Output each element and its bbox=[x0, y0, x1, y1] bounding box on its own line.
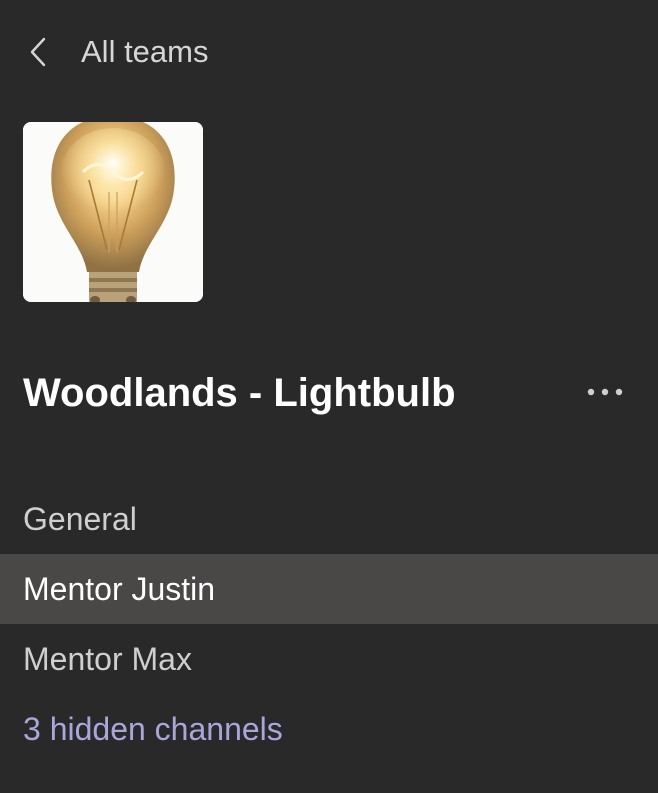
back-to-all-teams-button[interactable]: All teams bbox=[0, 24, 658, 80]
channel-list: General Mentor Justin Mentor Max 3 hidde… bbox=[0, 484, 658, 764]
lightbulb-image bbox=[23, 122, 203, 302]
more-options-button[interactable] bbox=[578, 370, 634, 414]
team-avatar bbox=[23, 122, 203, 302]
channel-item-mentor-justin[interactable]: Mentor Justin bbox=[0, 554, 658, 624]
chevron-left-icon bbox=[24, 36, 52, 68]
back-label: All teams bbox=[81, 34, 209, 69]
channel-item-general[interactable]: General bbox=[0, 484, 658, 554]
channel-item-mentor-max[interactable]: Mentor Max bbox=[0, 624, 658, 694]
hidden-channels-link[interactable]: 3 hidden channels bbox=[0, 694, 658, 764]
team-title: Woodlands - Lightbulb bbox=[23, 371, 456, 415]
more-options-icon bbox=[587, 388, 623, 396]
